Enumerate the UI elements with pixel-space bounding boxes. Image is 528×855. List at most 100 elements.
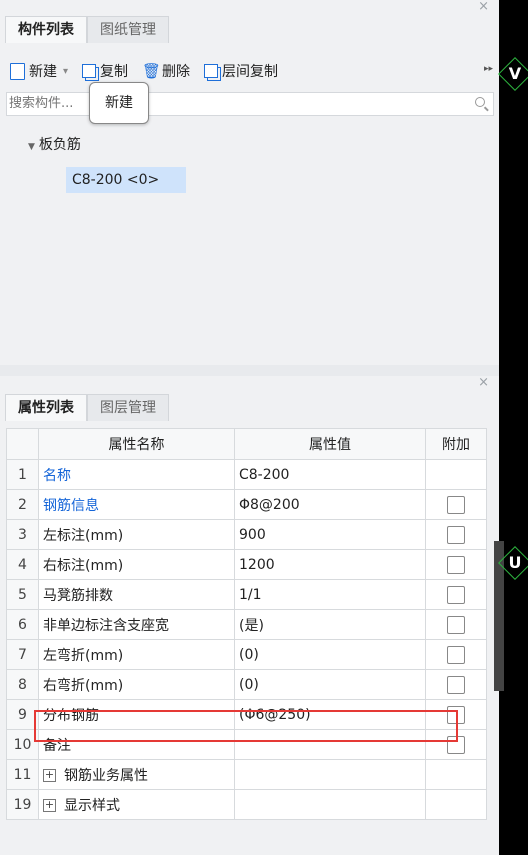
extra-checkbox[interactable] (447, 735, 465, 754)
new-file-icon (10, 62, 25, 80)
extra-cell (425, 549, 487, 580)
copy-button-label: 复制 (100, 64, 129, 80)
property-name[interactable]: 马凳筋排数 (38, 579, 235, 610)
tab-component-list[interactable]: 构件列表 (5, 16, 87, 43)
header-extra: 附加 (425, 428, 487, 460)
extra-checkbox[interactable] (447, 615, 465, 634)
more-icon[interactable]: ▸▸ (484, 64, 493, 74)
table-row[interactable]: 6 非单边标注含支座宽 (是) (6, 609, 487, 640)
table-row[interactable]: 4 右标注(mm) 1200 (6, 549, 487, 580)
property-value[interactable]: 900 (234, 519, 426, 550)
axis-marker-label: U (508, 553, 522, 572)
extra-cell (425, 639, 487, 670)
close-icon[interactable]: × (478, 0, 489, 14)
header-num (6, 428, 39, 460)
property-value (234, 789, 426, 820)
extra-checkbox[interactable] (447, 675, 465, 694)
table-row[interactable]: 3 左标注(mm) 900 (6, 519, 487, 550)
table-row-group[interactable]: 11 + 钢筋业务属性 (6, 759, 487, 790)
panel-divider (0, 365, 499, 376)
extra-cell (425, 459, 487, 490)
tab-drawing-management[interactable]: 图纸管理 (87, 16, 169, 43)
chevron-down-icon[interactable]: ▾ (63, 66, 68, 77)
row-number: 1 (6, 459, 39, 490)
property-name[interactable]: 非单边标注含支座宽 (38, 609, 235, 640)
extra-checkbox[interactable] (447, 495, 465, 514)
property-group[interactable]: + 显示样式 (38, 789, 235, 820)
extra-checkbox[interactable] (447, 645, 465, 664)
extra-cell (425, 579, 487, 610)
copy-icon (82, 64, 97, 78)
table-row[interactable]: 8 右弯折(mm) (0) (6, 669, 487, 700)
tree-item-selected[interactable]: C8-200 <0> (66, 167, 186, 193)
property-list-panel: × 属性列表 图层管理 属性名称 属性值 附加 1 名称 C8-200 2 钢筋… (0, 376, 499, 855)
header-value: 属性值 (234, 428, 426, 460)
top-tab-bar: 构件列表 图纸管理 (5, 16, 169, 43)
toolbar: 新建 ▾ 复制 🗑 删除 层间复制 (0, 56, 499, 86)
table-row-group[interactable]: 19 + 显示样式 (6, 789, 487, 820)
property-value[interactable]: (0) (234, 639, 426, 670)
property-name[interactable]: 名称 (38, 459, 235, 490)
tab-property-list[interactable]: 属性列表 (5, 394, 87, 421)
tree-node-label: 板负筋 (38, 137, 81, 153)
expand-plus-icon[interactable]: + (43, 799, 56, 812)
extra-checkbox[interactable] (447, 555, 465, 574)
delete-button[interactable]: 🗑 删除 (142, 61, 190, 81)
property-value[interactable]: 1200 (234, 549, 426, 580)
table-row[interactable]: 7 左弯折(mm) (0) (6, 639, 487, 670)
component-list-panel: × 构件列表 图纸管理 新建 ▾ 复制 🗑 删除 层间复制 ▸▸ 新建 ▼板负筋… (0, 0, 499, 365)
extra-cell (425, 489, 487, 520)
delete-button-label: 删除 (162, 64, 191, 80)
table-row[interactable]: 2 钢筋信息 Φ8@200 (6, 489, 487, 520)
expand-plus-icon[interactable]: + (43, 769, 56, 782)
table-header-row: 属性名称 属性值 附加 (6, 428, 487, 460)
search-icon[interactable] (475, 97, 485, 107)
property-value[interactable]: Φ8@200 (234, 489, 426, 520)
new-button-label: 新建 (29, 64, 57, 80)
extra-cell (425, 729, 487, 760)
property-name[interactable]: 右弯折(mm) (38, 669, 235, 700)
extra-checkbox[interactable] (447, 705, 465, 724)
row-number: 3 (6, 519, 39, 550)
extra-cell (425, 699, 487, 730)
trash-icon: 🗑 (142, 62, 162, 80)
canvas-edge (499, 0, 528, 855)
extra-cell (425, 789, 487, 820)
property-name[interactable]: 钢筋信息 (38, 489, 235, 520)
property-group[interactable]: + 钢筋业务属性 (38, 759, 235, 790)
row-number: 8 (6, 669, 39, 700)
extra-cell (425, 759, 487, 790)
close-icon[interactable]: × (478, 376, 489, 390)
table-row[interactable]: 9 分布钢筋 (Φ6@250) (6, 699, 487, 730)
property-value[interactable]: (Φ6@250) (234, 699, 426, 730)
property-value[interactable]: (0) (234, 669, 426, 700)
row-number: 11 (6, 759, 39, 790)
table-row[interactable]: 1 名称 C8-200 (6, 459, 487, 490)
property-name[interactable]: 分布钢筋 (38, 699, 235, 730)
axis-marker-label: V (508, 64, 522, 83)
copy-button[interactable]: 复制 (82, 61, 128, 81)
tree-node-root[interactable]: ▼ 板负筋 (28, 134, 81, 154)
property-value[interactable] (234, 729, 426, 760)
property-value[interactable]: C8-200 (234, 459, 426, 490)
table-row[interactable]: 10 备注 (6, 729, 487, 760)
floor-copy-button[interactable]: 层间复制 (204, 61, 278, 81)
new-button[interactable]: 新建 ▾ (10, 61, 68, 81)
extra-checkbox[interactable] (447, 585, 465, 604)
property-name[interactable]: 左弯折(mm) (38, 639, 235, 670)
property-name[interactable]: 左标注(mm) (38, 519, 235, 550)
extra-cell (425, 669, 487, 700)
property-value[interactable]: (是) (234, 609, 426, 640)
table-row[interactable]: 5 马凳筋排数 1/1 (6, 579, 487, 610)
search-input[interactable] (7, 93, 451, 113)
row-number: 5 (6, 579, 39, 610)
row-number: 6 (6, 609, 39, 640)
property-name[interactable]: 备注 (38, 729, 235, 760)
extra-cell (425, 609, 487, 640)
property-value[interactable]: 1/1 (234, 579, 426, 610)
property-name[interactable]: 右标注(mm) (38, 549, 235, 580)
expand-arrow-icon[interactable]: ▼ (28, 142, 35, 152)
extra-checkbox[interactable] (447, 525, 465, 544)
tab-layer-management[interactable]: 图层管理 (87, 394, 169, 421)
search-box[interactable] (6, 92, 494, 116)
